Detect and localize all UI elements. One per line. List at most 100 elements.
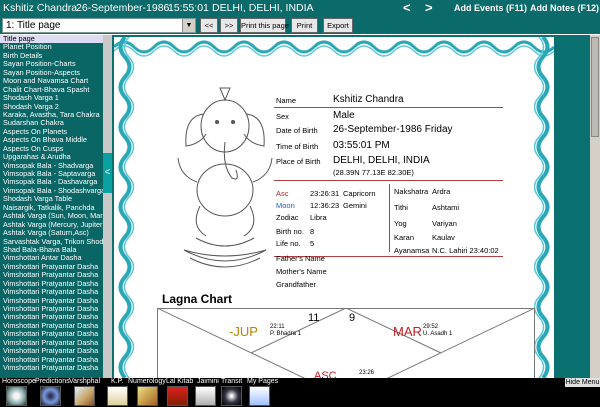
sidebar-item[interactable]: Vimshottari Pratyantar Dasha [0,305,103,313]
divider [274,107,503,108]
prev-page-button[interactable]: << [200,18,218,33]
export-button[interactable]: Export [323,18,353,33]
sidebar-item[interactable]: Karaka, Avastha, Tara Chakra [0,111,103,119]
sidebar-item[interactable]: Shodash Varga 1 [0,94,103,102]
sidebar-item[interactable]: Vimshottari Pratyantar Dasha [0,271,103,279]
sidebar-item[interactable]: Vimshottari Pratyantar Dasha [0,297,103,305]
page-list: Title page Planet Position Birth Details Sa… [0,35,103,378]
life-no-label: Life no. [276,239,301,248]
sidebar-collapse-strip: < [103,35,112,378]
sidebar-item[interactable]: Vimshottari Pratyantar Dasha [0,263,103,271]
sidebar-item[interactable]: Ashtak Varga (Mercury, Jupiter) [0,221,103,229]
sidebar-item[interactable]: Shad Bala-Bhava Bala [0,246,103,254]
zodiac-label: Zodiac [276,213,299,222]
asc-degree: 23:26:31 [310,189,340,198]
prev-chart-button[interactable]: < [403,0,411,15]
ganesha-illustration [177,87,273,268]
sidebar-item[interactable]: Vimshottari Pratyantar Dasha [0,356,103,364]
grandfather-label: Grandfather [276,280,317,289]
horoscope-icon[interactable] [6,386,27,406]
sidebar-item[interactable]: Ashtak Varga (Sun, Moon, Mars) [0,212,103,220]
sidebar-item[interactable]: Vimshottari Pratyantar Dasha [0,322,103,330]
moon-label: Moon [276,201,295,210]
sidebar-item[interactable]: Sudarshan Chakra [0,119,103,127]
header-place: DELHI, DELHI, INDIA [212,2,314,14]
sidebar-item[interactable]: Vimshottari Pratyantar Dasha [0,288,103,296]
collapse-sidebar-button[interactable]: < [103,153,112,193]
birth-no-value: 8 [310,227,315,236]
sidebar-item[interactable]: Title page [0,35,103,44]
transit-label: Transit [221,378,243,385]
print-button[interactable]: Print [291,18,318,33]
sidebar-item[interactable]: Ashtak Varga (Saturn,Asc) [0,229,103,237]
ayanamsa-value: N.C. Lahiri 23:40:02 [432,246,499,255]
predictions-icon[interactable] [40,386,61,406]
my-pages-icon[interactable] [249,386,270,406]
lal-kitab-icon[interactable] [167,386,188,406]
tob-value: 03:55:01 PM [333,140,390,151]
sidebar-item[interactable]: Aspects On Planets [0,128,103,136]
add-notes-button[interactable]: Add Notes (F12) [530,3,599,13]
sidebar-item[interactable]: Vimsopak Bala - Saptavarga [0,170,103,178]
sidebar-item[interactable]: Shodash Varga Table [0,195,103,203]
nakshatra-value: Ardra [432,187,451,196]
sidebar-item[interactable]: Vimshottari Pratyantar Dasha [0,339,103,347]
header-name: Kshitiz Chandra [3,2,78,14]
sidebar-item[interactable]: Vimshottari Pratyantar Dasha [0,330,103,338]
ayanamsa-label: Ayanamsa [394,246,430,255]
kp-icon[interactable] [107,386,128,406]
column-divider [389,184,390,252]
ascendant-marker: ASC [314,370,337,378]
sidebar-item[interactable]: Naisargik, Tatkalik, Panchda [0,204,103,212]
fathers-name-label: Father's Name [276,254,325,263]
sidebar-item[interactable]: Sayan Position-Charts [0,60,103,68]
next-chart-button[interactable]: > [425,0,433,15]
sidebar-item[interactable]: Shodash Varga 2 [0,103,103,111]
house-9-number: 9 [349,312,356,324]
chevron-down-icon[interactable]: ▼ [182,19,195,32]
life-no-value: 5 [310,239,315,248]
jupiter-nakshatra: P. Bhadra 1 [270,331,301,337]
sidebar-item[interactable]: Vimsopak Bala - Dashavarga [0,178,103,186]
vertical-scrollbar[interactable] [590,35,600,378]
sidebar-item[interactable]: Vimshottari Pratyantar Dasha [0,364,103,372]
numerology-icon[interactable] [137,386,158,406]
sidebar-item[interactable]: Chalit Chart-Bhava Spasht [0,86,103,94]
sidebar-item[interactable]: Aspects On Bhava Middle [0,136,103,144]
sidebar-item[interactable]: Sarvashtak Varga, Trikon Shodhana [0,238,103,246]
hide-menu-button[interactable]: Hide Menu [565,378,600,387]
header-time: 15:55:01 [168,2,209,14]
asc-label: Asc [276,189,289,198]
sidebar-item[interactable]: Vimsopak Bala - Shodashvarga [0,187,103,195]
jupiter-degree: 22:11 [270,324,285,330]
sidebar-item[interactable]: Vimshottari Antar Dasha [0,254,103,262]
sidebar-item[interactable]: Aspects On Cusps [0,145,103,153]
sidebar-item[interactable]: Moon and Navamsa Chart [0,77,103,85]
varshphal-icon[interactable] [74,386,95,406]
name-value: Kshitiz Chandra [333,94,404,105]
report-page: Name Kshitiz Chandra Sex Male Date of Bi… [114,37,554,378]
sidebar-item[interactable]: Planet Position [0,43,103,51]
varshphal-label: Varshphal [69,378,101,385]
sidebar-item[interactable]: Vimshottari Pratyantar Dasha [0,280,103,288]
sidebar-item[interactable]: Sayan Position-Aspects [0,69,103,77]
jaimini-icon[interactable] [195,386,216,406]
sidebar-item[interactable]: Vimsopak Bala - Shadvarga [0,162,103,170]
scrollbar-thumb[interactable] [591,37,599,137]
page-select[interactable]: 1: Title page ▼ [2,18,196,33]
add-events-button[interactable]: Add Events (F11) [454,3,527,13]
bottom-menu: Horoscope Predictions Varshphal K.P. Num… [0,378,600,407]
sidebar-item[interactable]: Upgarahas & Arudha [0,153,103,161]
transit-icon[interactable] [221,386,242,406]
jaimini-label: Jaimini [197,378,219,385]
tob-label: Time of Birth [276,142,319,151]
sidebar-item[interactable]: Vimshottari Pratyantar Dasha [0,347,103,355]
sidebar-item[interactable]: Birth Details [0,52,103,60]
next-page-button[interactable]: >> [220,18,238,33]
print-page-button[interactable]: Print this page [240,18,289,33]
divider [274,180,503,181]
floral-border-right [534,37,550,378]
kp-label: K.P. [111,378,124,385]
sidebar-item[interactable]: Vimshottari Pratyantar Dasha [0,313,103,321]
dob-value: 26-September-1986 Friday [333,124,453,135]
